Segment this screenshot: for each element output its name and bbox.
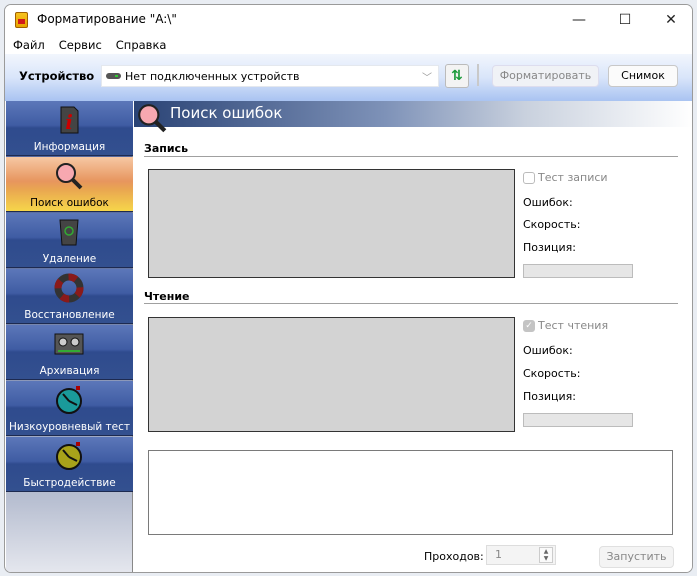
stepper-arrows-icon[interactable]: ▲ ▼	[539, 547, 553, 563]
read-position-label: Позиция:	[523, 390, 576, 403]
write-errors-label: Ошибок:	[523, 196, 573, 209]
passes-label: Проходов:	[424, 550, 484, 563]
minimize-button[interactable]: —	[556, 5, 602, 35]
sidebar-item-lowlevel-test[interactable]: Низкоуровневый тест	[6, 381, 133, 436]
checkbox-box[interactable]	[523, 171, 535, 184]
sidebar: i Информация Поиск ошибок Удаление Восст…	[6, 101, 133, 572]
refresh-icon: ⇅	[451, 68, 463, 84]
toolbar-separator	[477, 64, 479, 86]
write-section-title: Запись	[144, 142, 189, 155]
info-icon: i	[60, 106, 79, 134]
cassette-icon	[54, 333, 84, 355]
toolbar: Устройство Нет подключенных устройств ﹀ …	[5, 54, 692, 101]
device-select[interactable]: Нет подключенных устройств ﹀	[101, 65, 439, 87]
panel-header: Поиск ошибок	[134, 101, 692, 133]
app-window: Форматирование "A:\" — ☐ ✕ Файл Сервис С…	[4, 4, 693, 573]
sidebar-item-error-search[interactable]: Поиск ошибок	[6, 157, 133, 212]
read-errors-label: Ошибок:	[523, 344, 573, 357]
write-speed-label: Скорость:	[523, 218, 581, 231]
sidebar-item-label: Восстановление	[24, 309, 115, 321]
write-test-checkbox[interactable]: Тест записи	[523, 171, 608, 184]
lifebuoy-icon	[54, 273, 84, 303]
title-bar: Форматирование "A:\" — ☐ ✕	[5, 5, 692, 35]
divider	[144, 156, 678, 157]
menu-bar: Файл Сервис Справка	[5, 35, 692, 54]
start-button[interactable]: Запустить	[599, 546, 674, 568]
read-speed-graph	[148, 317, 515, 432]
log-area[interactable]	[148, 450, 673, 535]
stopwatch-icon	[56, 442, 82, 470]
menu-help[interactable]: Справка	[116, 38, 167, 52]
drive-icon	[106, 73, 121, 79]
sidebar-item-label: Информация	[33, 141, 106, 153]
svg-text:i: i	[65, 110, 73, 134]
magnifier-icon	[56, 163, 83, 190]
read-section-title: Чтение	[144, 290, 190, 303]
passes-stepper[interactable]: 1 ▲ ▼	[486, 545, 556, 565]
checkbox-label: Тест чтения	[538, 319, 609, 332]
write-progress-bar	[523, 264, 633, 278]
divider	[144, 303, 678, 304]
window-title: Форматирование "A:\"	[37, 12, 177, 26]
sidebar-item-label: Удаление	[42, 253, 97, 265]
menu-service[interactable]: Сервис	[59, 38, 102, 52]
sidebar-item-recovery[interactable]: Восстановление	[6, 269, 133, 324]
error-search-panel: Поиск ошибок Запись Тест записи Ошибок: …	[134, 101, 692, 572]
read-progress-bar	[523, 413, 633, 427]
write-speed-graph	[148, 169, 515, 278]
write-position-label: Позиция:	[523, 241, 576, 254]
panel-title: Поиск ошибок	[170, 104, 283, 122]
checkbox-label: Тест записи	[538, 171, 608, 184]
read-speed-label: Скорость:	[523, 367, 581, 380]
device-value: Нет подключенных устройств	[125, 69, 300, 83]
magnifier-icon	[138, 104, 167, 133]
snapshot-button[interactable]: Снимок	[608, 65, 678, 87]
sidebar-item-performance[interactable]: Быстродействие	[6, 437, 133, 492]
sidebar-item-label: Низкоуровневый тест	[9, 421, 130, 433]
close-button[interactable]: ✕	[648, 5, 692, 35]
chevron-down-icon: ﹀	[422, 73, 432, 84]
trash-icon	[59, 219, 79, 246]
sidebar-item-delete[interactable]: Удаление	[6, 213, 133, 268]
device-label: Устройство	[19, 69, 95, 83]
passes-value: 1	[495, 548, 502, 561]
sidebar-item-label: Поиск ошибок	[30, 197, 109, 209]
checkbox-box[interactable]: ✓	[523, 319, 535, 332]
format-button[interactable]: Форматировать	[492, 65, 599, 87]
sidebar-item-archive[interactable]: Архивация	[6, 325, 133, 380]
refresh-devices-button[interactable]: ⇅	[445, 64, 469, 88]
stopwatch-icon	[56, 386, 82, 414]
sidebar-item-label: Архивация	[39, 365, 100, 377]
menu-file[interactable]: Файл	[13, 38, 45, 52]
maximize-button[interactable]: ☐	[602, 5, 648, 35]
read-test-checkbox[interactable]: ✓ Тест чтения	[523, 319, 608, 332]
app-icon	[15, 12, 28, 28]
sidebar-item-label: Быстродействие	[23, 477, 116, 489]
sidebar-item-info[interactable]: i Информация	[6, 101, 133, 156]
